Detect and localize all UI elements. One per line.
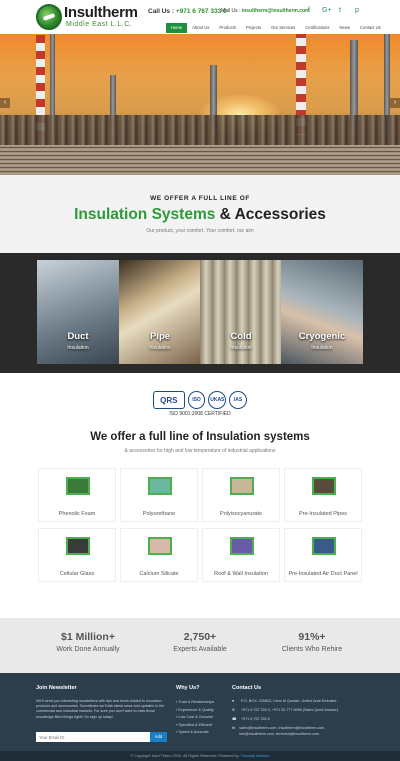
contact-heading: Contact Us — [232, 685, 262, 691]
facebook-icon[interactable]: f — [308, 7, 310, 14]
stat-experts: 2,750+ Experts Available — [173, 631, 227, 653]
product-card[interactable]: Pre-Insulated Pipes — [284, 468, 362, 522]
copyright-bar: © Copyright Insul Therm 2016. All Rights… — [0, 751, 400, 761]
systems-subtitle: & accessories for high and low temperatu… — [124, 448, 276, 454]
product-thumbnail — [312, 477, 336, 495]
pinterest-icon[interactable]: p — [355, 7, 359, 14]
contact-address: ● P.O. BOX: 335803, Umm Al Quwain, Unite… — [232, 699, 337, 703]
nav-news[interactable]: News — [334, 23, 354, 33]
category-cryogenic[interactable]: Cryogenic Insulation — [281, 260, 363, 364]
offer-subtitle: Our product, your comfort. Your comfort,… — [146, 228, 254, 234]
nav-about-us[interactable]: About Us — [187, 23, 214, 33]
google-plus-icon[interactable]: G+ — [322, 7, 332, 14]
nav-products[interactable]: Products — [214, 23, 241, 33]
product-card[interactable]: Calcium Silicate — [120, 528, 198, 582]
product-thumbnail — [230, 477, 254, 495]
product-thumbnail — [66, 477, 90, 495]
product-card[interactable]: Phenolic Foam — [38, 468, 116, 522]
iso-certified-text: ISO 9001:2008 CERTIFIED — [169, 411, 231, 417]
site-footer: Join Newsletter We'll send you interesti… — [0, 673, 400, 751]
why-us-item[interactable]: Speed & Accurate — [176, 729, 226, 737]
nav-projects[interactable]: Projects — [241, 23, 266, 33]
envelope-icon: ✉ — [232, 726, 236, 730]
offer-section: WE OFFER A FULL LINE OF Insulation Syste… — [0, 175, 400, 253]
logo-globe-icon — [36, 4, 62, 30]
site-header: Insultherm Middle East L.L.C. Call Us : … — [0, 0, 400, 34]
product-grid: Phenolic Foam Polyurethane Polyisocyanur… — [38, 468, 362, 588]
product-thumbnail — [148, 477, 172, 495]
why-us-item[interactable]: Experience & Quality — [176, 707, 226, 715]
hero-pipes — [0, 145, 400, 175]
twitter-icon[interactable]: t — [339, 7, 341, 14]
category-cold[interactable]: Cold Insulation — [200, 260, 282, 364]
stat-rehire: 91%+ Clients Who Rehire — [281, 631, 343, 653]
product-thumbnail — [148, 537, 172, 555]
category-duct[interactable]: Duct Insulation — [37, 260, 119, 364]
contact-phone: ✆ +971 6 767 333 0, +971 52 777 6558 (Sa… — [232, 708, 338, 712]
map-pin-icon: ● — [232, 699, 235, 703]
fax-icon: ☎ — [232, 717, 237, 721]
product-thumbnail — [230, 537, 254, 555]
slider-next-icon[interactable]: › — [390, 98, 400, 108]
nav-our-services[interactable]: Our Services — [266, 23, 300, 33]
powered-by-link[interactable]: Trueway Infotech — [241, 754, 270, 758]
nav-home[interactable]: Home — [166, 23, 188, 33]
contact-column: Contact Us ● P.O. BOX: 335803, Umm Al Qu… — [232, 685, 357, 741]
product-card[interactable]: Pre-Insulated Air Duct Panel — [284, 528, 362, 582]
newsletter-add-button[interactable]: Add — [150, 732, 167, 742]
stat-work-done: $1 Million+ Work Done Annually — [56, 631, 120, 653]
stats-band: $1 Million+ Work Done Annually 2,750+ Ex… — [0, 618, 400, 673]
nav-contact-us[interactable]: Contact Us — [355, 23, 386, 33]
slider-prev-icon[interactable]: ‹ — [0, 98, 10, 108]
email-link[interactable]: insultherm@insultherm.com — [242, 8, 310, 14]
mail-us: Mail Us : insultherm@insultherm.com — [221, 8, 310, 14]
phone-icon: ✆ — [232, 708, 236, 712]
ias-logo: IAS — [229, 391, 247, 409]
why-us-item[interactable]: Specified & Efficient — [176, 722, 226, 730]
product-card[interactable]: Polyurethane — [120, 468, 198, 522]
product-card[interactable]: Roof & Wall Insulation — [202, 528, 280, 582]
nav-certifications[interactable]: Certifications — [300, 23, 334, 33]
category-pipe[interactable]: Pipe Insulation — [119, 260, 201, 364]
contact-email: ✉ sales@insultherm.com, insultherm@insul… — [232, 726, 326, 736]
phone-number[interactable]: +971 6 767 333 0 — [176, 8, 227, 15]
newsletter-email-input[interactable] — [36, 732, 150, 742]
why-us-item[interactable]: Low Cost & Genuine — [176, 714, 226, 722]
hero-slider: ‹ › — [0, 34, 400, 175]
logo-subtitle: Middle East L.L.C. — [66, 21, 133, 28]
contact-fax: ☎ +971 6 767 333 6 — [232, 717, 270, 721]
newsletter-heading: Join Newsletter — [36, 685, 77, 691]
newsletter-text: We'll send you interesting newsletters w… — [36, 699, 164, 719]
ukas-logo: UKAS — [208, 391, 227, 409]
logo-title: Insultherm — [64, 4, 138, 21]
iso-logo: ISO — [187, 391, 206, 409]
offer-title: Insulation Systems & Accessories — [74, 206, 326, 223]
product-thumbnail — [312, 537, 336, 555]
call-us: Call Us : +971 6 767 333 0 — [148, 8, 227, 15]
product-card[interactable]: Cellular Glass — [38, 528, 116, 582]
newsletter-column: Join Newsletter We'll send you interesti… — [36, 685, 171, 720]
why-us-item[interactable]: Trust & Relationships — [176, 699, 226, 707]
why-us-heading: Why Us? — [176, 685, 200, 691]
product-card[interactable]: Polyisocyanurate — [202, 468, 280, 522]
why-us-column: Why Us? Trust & Relationships Experience… — [176, 685, 226, 737]
offer-kicker: WE OFFER A FULL LINE OF — [150, 195, 250, 202]
category-band: Duct Insulation Pipe Insulation Cold Ins… — [0, 253, 400, 373]
product-thumbnail — [66, 537, 90, 555]
certification-badges: QRS ISO UKAS IAS — [153, 390, 247, 410]
newsletter-form: Add — [36, 732, 167, 742]
site-logo[interactable]: Insultherm Middle East L.L.C. — [36, 4, 146, 32]
main-nav: Home About Us Products Projects Our Serv… — [166, 23, 386, 33]
qrs-logo: QRS — [153, 391, 185, 409]
copyright-text: © Copyright Insul Therm 2016. All Rights… — [130, 754, 240, 758]
systems-title: We offer a full line of Insulation syste… — [90, 431, 310, 443]
